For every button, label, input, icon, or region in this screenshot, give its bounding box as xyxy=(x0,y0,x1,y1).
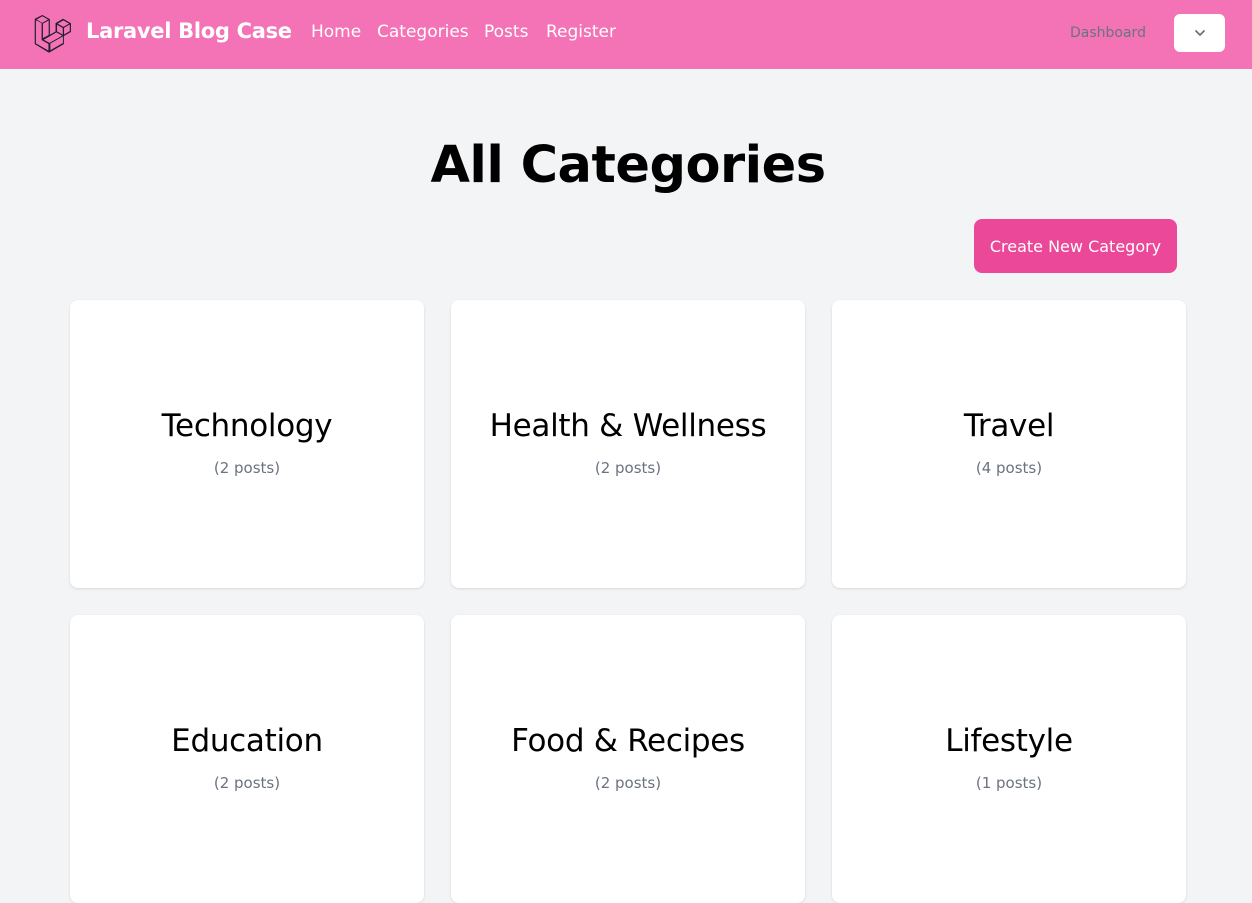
top-navbar: Laravel Blog Case Home Categories Posts … xyxy=(0,0,1252,69)
category-name: Health & Wellness xyxy=(489,408,767,444)
category-name: Travel xyxy=(963,408,1055,444)
dashboard-link[interactable]: Dashboard xyxy=(1070,25,1146,41)
category-post-count: (2 posts) xyxy=(594,774,662,792)
nav-link-register[interactable]: Register xyxy=(546,22,616,42)
create-category-button[interactable]: Create New Category xyxy=(974,219,1177,273)
category-name: Food & Recipes xyxy=(511,723,745,759)
chevron-down-icon xyxy=(1194,30,1205,36)
category-post-count: (2 posts) xyxy=(594,459,662,477)
category-post-count: (4 posts) xyxy=(975,459,1043,477)
nav-link-posts[interactable]: Posts xyxy=(484,22,528,42)
category-post-count: (1 posts) xyxy=(975,774,1043,792)
nav-link-categories[interactable]: Categories xyxy=(377,22,469,42)
category-card[interactable]: Travel (4 posts) xyxy=(832,300,1186,588)
category-card[interactable]: Food & Recipes (2 posts) xyxy=(451,615,805,903)
category-card[interactable]: Technology (2 posts) xyxy=(70,300,424,588)
site-brand[interactable]: Laravel Blog Case xyxy=(86,19,292,43)
page-title: All Categories xyxy=(430,136,826,195)
laravel-logo-icon[interactable] xyxy=(34,15,72,53)
category-post-count: (2 posts) xyxy=(213,774,281,792)
category-name: Education xyxy=(171,723,323,759)
category-card[interactable]: Lifestyle (1 posts) xyxy=(832,615,1186,903)
nav-link-home[interactable]: Home xyxy=(311,22,361,42)
category-card[interactable]: Health & Wellness (2 posts) xyxy=(451,300,805,588)
category-name: Lifestyle xyxy=(945,723,1073,759)
category-card[interactable]: Education (2 posts) xyxy=(70,615,424,903)
category-post-count: (2 posts) xyxy=(213,459,281,477)
category-name: Technology xyxy=(161,408,333,444)
user-dropdown-button[interactable] xyxy=(1174,14,1225,52)
